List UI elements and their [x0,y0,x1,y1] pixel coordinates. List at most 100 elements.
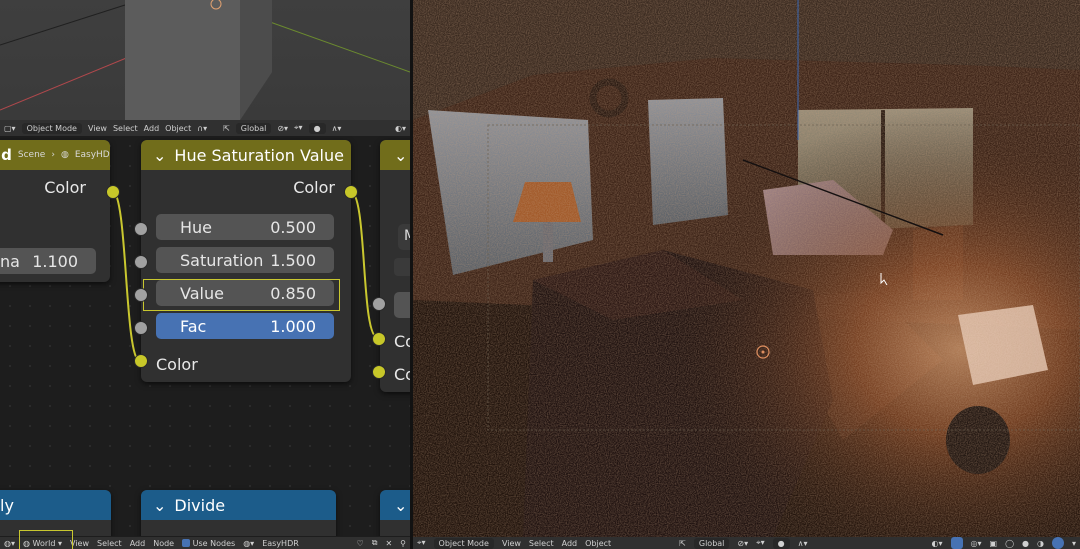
hsv-color-input-label: Color [156,355,198,374]
hsv-saturation-socket[interactable] [134,255,148,269]
node-menu-node[interactable]: Node [153,539,174,548]
render-menu-view[interactable]: View [502,539,521,548]
hsv-fac-socket[interactable] [134,321,148,335]
render-visibility-icon[interactable]: ◐▾ [932,539,943,548]
axis-y-green [269,21,410,73]
proportional-icon[interactable]: ● [308,122,326,134]
render-menu-object[interactable]: Object [585,539,611,548]
hsv-hue-field[interactable]: Hue 0.500 [156,214,334,240]
divide-collapse-icon[interactable]: ⌄ [153,496,166,515]
node-hsv-output-label: Color [293,178,335,197]
render-orientation-icon: ⇱ [679,538,686,548]
editor-type-icon[interactable]: ▢▾ [4,124,16,133]
hsv-saturation-field[interactable]: Saturation 1.500 [156,247,334,273]
world-name[interactable]: EasyHDR [262,539,299,548]
transform-icon[interactable]: ∩▾ [197,124,207,133]
pivot-icon[interactable]: ⊘▾ [277,124,288,133]
node-next-header[interactable]: ⌄ [380,140,410,170]
viewport-3d[interactable] [0,0,410,120]
render-menu-select[interactable]: Select [529,539,554,548]
node-bottom-left-title: ly [0,490,111,520]
shading-rendered-icon[interactable] [1051,537,1064,549]
render-proportional-icon[interactable]: ● [772,537,790,549]
node-next-field[interactable]: M [398,224,410,250]
render-orientation-select[interactable]: Global [693,537,730,549]
node-world-color-output-socket[interactable] [106,185,120,199]
render-viewport-header: ⌖▾ Object Mode View Select Add Object ⇱ … [413,537,1080,549]
duplicate-icon[interactable]: ⧉ [372,538,378,548]
node-next-input2-socket[interactable] [372,365,386,379]
breadcrumb-world[interactable]: EasyHDR [75,150,110,160]
shading-options-icon[interactable]: ▾ [1072,539,1076,548]
node-bottom-right[interactable]: ⌄ [380,490,410,536]
viewport-header: ▢▾ Object Mode View Select Add Object ∩▾… [0,120,410,136]
node-world-output[interactable]: ld Scene › ◍ EasyHDR Color na 1.100 [0,140,110,282]
node-world-field-label: na [0,251,20,271]
node-next-socket-3[interactable] [372,297,386,311]
visibility-icon[interactable]: ◐▾ [395,124,406,133]
node-world-title-fragment: ld [0,146,12,164]
hsv-color-input-socket[interactable] [134,354,148,368]
hsv-color-output-socket[interactable] [344,185,358,199]
breadcrumb-scene[interactable]: Scene [18,150,45,160]
orientation-select[interactable]: Global [235,122,272,134]
node-next-input1-socket[interactable] [372,332,386,346]
node-bottom-right-collapse-icon[interactable]: ⌄ [380,490,410,520]
mode-select[interactable]: Object Mode [21,122,82,134]
xray-icon[interactable]: ▣ [990,539,998,548]
render-noise [413,0,1080,537]
collapse-chevron-icon[interactable]: ⌄ [153,146,166,165]
menu-select[interactable]: Select [113,124,138,133]
world-browse-icon[interactable]: ◍▾ [243,539,254,548]
render-falloff-icon[interactable]: ∧▾ [798,539,808,548]
node-menu-select[interactable]: Select [97,539,122,548]
menu-view[interactable]: View [88,124,107,133]
use-nodes-checkbox[interactable]: Use Nodes [182,539,235,548]
node-editor-type-icon[interactable]: ◍▾ [4,539,15,548]
node-editor[interactable]: ld Scene › ◍ EasyHDR Color na 1.100 ⌄ Hu… [0,136,410,536]
node-world-header[interactable]: ld Scene › ◍ EasyHDR [0,140,110,170]
node-hsv-header[interactable]: ⌄ Hue Saturation Value [141,140,351,170]
origin-point-center [761,350,765,354]
render-editor-type-icon[interactable]: ⌖▾ [417,538,426,548]
node-hue-saturation-value[interactable]: ⌄ Hue Saturation Value Color Hue 0.500 S… [141,140,351,382]
node-divide-title: Divide [174,495,226,515]
hsv-fac-value: 1.000 [270,316,316,336]
hsv-value-socket[interactable] [134,288,148,302]
node-world-field-value: 1.100 [32,251,78,271]
use-nodes-label: Use Nodes [192,538,236,548]
overlay-icon[interactable]: ◎▾ [971,539,982,548]
node-divide[interactable]: ⌄ Divide [141,490,336,536]
render-mode-select[interactable]: Object Mode [433,537,494,549]
hsv-hue-socket[interactable] [134,222,148,236]
rendered-viewport[interactable]: ⌖▾ Object Mode View Select Add Object ⇱ … [413,0,1080,549]
node-next-collapse-icon[interactable]: ⌄ [394,146,407,165]
menu-add[interactable]: Add [144,124,160,133]
node-next-field-3[interactable] [394,292,410,318]
snap-icon[interactable]: ⌖▾ [294,123,303,133]
shading-solid-icon[interactable]: ● [1022,539,1029,548]
falloff-icon[interactable]: ∧▾ [332,124,342,133]
node-editor-header: ◍▾ ◍ World ▾ View Select Add Node Use No… [0,529,410,549]
shading-wire-icon[interactable]: ◯ [1005,539,1014,548]
node-world-strength-field[interactable]: na 1.100 [0,248,96,274]
node-next-field-2[interactable] [394,258,410,276]
hsv-saturation-value: 1.500 [270,250,316,270]
shader-type-select[interactable]: ◍ World ▾ [19,529,73,549]
node-next[interactable]: ⌄ M Co Co [380,140,410,392]
pin-icon[interactable]: ⚲ [400,539,406,548]
node-divide-header[interactable]: ⌄ Divide [141,490,336,520]
node-menu-add[interactable]: Add [130,539,146,548]
shading-material-icon[interactable]: ◑ [1037,539,1044,548]
menu-object[interactable]: Object [165,124,191,133]
render-snap-icon[interactable]: ⌖▾ [756,538,765,548]
render-pivot-icon[interactable]: ⊘▾ [737,539,748,548]
unlink-icon[interactable]: ✕ [385,539,392,548]
hsv-fac-label: Fac [180,316,207,336]
checkbox-checked-icon [182,539,191,547]
render-menu-add[interactable]: Add [562,539,578,548]
hsv-fac-field[interactable]: Fac 1.000 [156,313,334,339]
gizmo-toggle-icon[interactable] [950,537,963,549]
fake-user-icon[interactable]: ♡ [357,539,364,548]
axis-line-dark [0,4,126,46]
